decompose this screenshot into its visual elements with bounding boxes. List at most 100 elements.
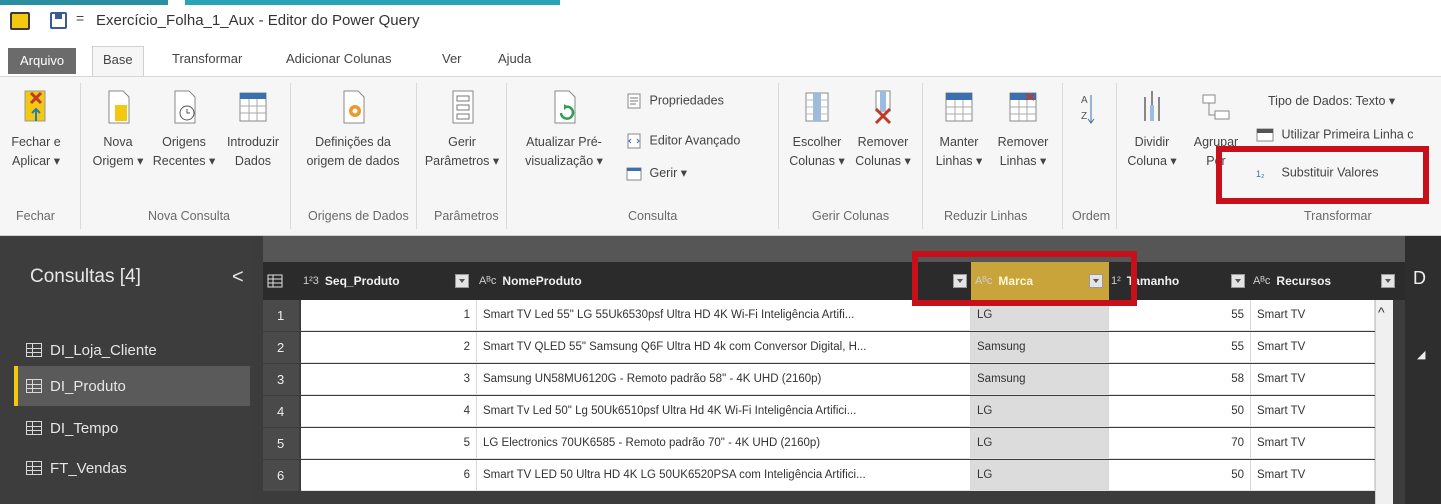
tab-base[interactable]: Base (92, 46, 144, 76)
table-menu-button[interactable] (267, 262, 301, 300)
queries-header: Consultas [4] (30, 266, 141, 287)
introduzir-line1: Introduzir (226, 135, 280, 149)
cell-seq-produto[interactable]: 3 (301, 364, 477, 395)
gerir-parametros-button[interactable]: Gerir Parâmetros ▾ (424, 87, 500, 171)
dividir-line2: Coluna ▾ (1127, 154, 1177, 168)
propriedades-label: Propriedades (649, 93, 724, 108)
row-number[interactable]: 5 (263, 428, 299, 459)
remover-linhas-button[interactable]: Remover Linhas ▾ (992, 87, 1054, 171)
definicoes-origem-button[interactable]: Definições da origem de dados (298, 87, 408, 171)
dividir-coluna-button[interactable]: Dividir Coluna ▾ (1122, 87, 1182, 171)
cell-nome-produto[interactable]: Smart Tv Led 50" Lg 50Uk6510psf Ultra Hd… (477, 396, 971, 427)
gerir-button[interactable]: Gerir ▾ (626, 165, 687, 182)
cell-marca[interactable]: Samsung (971, 364, 1109, 395)
highlight-marca-column (912, 251, 1137, 306)
cell-recursos[interactable]: Smart TV (1251, 428, 1375, 459)
cell-nome-produto[interactable]: Smart TV QLED 55" Samsung Q6F Ultra HD 4… (477, 332, 971, 363)
cell-seq-produto[interactable]: 4 (301, 396, 477, 427)
origens-recentes-line1: Origens (162, 135, 206, 149)
dividir-line1: Dividir (1134, 135, 1170, 149)
title-bar: = Exercício_Folha_1_Aux - Editor do Powe… (0, 0, 1441, 38)
manter-linhas-button[interactable]: Manter Linhas ▾ (930, 87, 988, 171)
remover-colunas-line1: Remover (857, 135, 909, 149)
column-header-seq-produto[interactable]: 1²3 Seq_Produto (303, 262, 468, 300)
atualizar-line2: visualização ▾ (525, 154, 603, 168)
column-header-recursos[interactable]: Aᴮc Recursos (1253, 262, 1373, 300)
filter-seq-produto-button[interactable] (455, 274, 469, 288)
text-type-icon[interactable]: Aᴮc (479, 275, 496, 287)
tab-ver[interactable]: Ver (432, 46, 472, 76)
query-item-di-tempo[interactable]: DI_Tempo (14, 408, 250, 448)
recent-sources-icon (174, 90, 196, 124)
tab-transformar[interactable]: Transformar (162, 46, 252, 76)
manage-icon (626, 167, 642, 181)
cell-seq-produto[interactable]: 2 (301, 332, 477, 363)
cell-marca[interactable]: Samsung (971, 332, 1109, 363)
editor-avancado-button[interactable]: Editor Avançado (626, 133, 740, 149)
ordenar-button[interactable]: A Z (1072, 89, 1102, 135)
cell-marca[interactable]: LG (971, 396, 1109, 427)
row-number[interactable]: 2 (263, 332, 299, 363)
remove-rows-icon (1009, 92, 1037, 122)
formula-bar-strip (263, 236, 1405, 262)
tab-arquivo[interactable]: Arquivo (8, 48, 77, 74)
scroll-up-arrow-icon[interactable]: ^ (1378, 304, 1385, 320)
cell-tamanho[interactable]: 58 (1109, 364, 1251, 395)
cell-marca[interactable]: LG (971, 428, 1109, 459)
filter-tamanho-button[interactable] (1231, 274, 1245, 288)
cell-recursos[interactable]: Smart TV (1251, 396, 1375, 427)
row-number[interactable]: 3 (263, 364, 299, 395)
cell-seq-produto[interactable]: 6 (301, 460, 477, 491)
cell-recursos[interactable]: Smart TV (1251, 460, 1375, 491)
group-label-fechar: Fechar (16, 209, 55, 223)
cell-seq-produto[interactable]: 5 (301, 428, 477, 459)
quick-access-menu[interactable]: = (76, 10, 84, 26)
manage-parameters-icon (452, 90, 474, 124)
cell-nome-produto[interactable]: Smart TV LED 50 Ultra HD 4K LG 50UK6520P… (477, 460, 971, 491)
separator (80, 83, 81, 229)
cell-tamanho[interactable]: 50 (1109, 396, 1251, 427)
cell-tamanho[interactable]: 70 (1109, 428, 1251, 459)
cell-tamanho[interactable]: 50 (1109, 460, 1251, 491)
introduzir-dados-button[interactable]: Introduzir Dados (222, 87, 284, 171)
nova-origem-button[interactable]: Nova Origem ▾ (88, 87, 148, 171)
cell-nome-produto[interactable]: Samsung UN58MU6120G - Remoto padrão 58" … (477, 364, 971, 395)
row-number[interactable]: 6 (263, 460, 299, 491)
title-accent-strip (0, 0, 560, 5)
cell-tamanho[interactable]: 55 (1109, 332, 1251, 363)
row-number[interactable]: 1 (263, 300, 299, 331)
gerir-label: Gerir ▾ (649, 166, 688, 180)
row-number[interactable]: 4 (263, 396, 299, 427)
propriedades-button[interactable]: Propriedades (626, 93, 724, 109)
utilizar-primeira-linha-button[interactable]: Utilizar Primeira Linha c (1256, 127, 1413, 143)
remover-linhas-line2: Linhas ▾ (999, 154, 1047, 168)
cell-recursos[interactable]: Smart TV (1251, 364, 1375, 395)
expand-triangle-icon[interactable]: ◢ (1417, 348, 1425, 361)
collapse-queries-button[interactable]: < (232, 266, 244, 289)
cell-marca[interactable]: LG (971, 460, 1109, 491)
whole-number-type-icon[interactable]: 1²3 (303, 275, 319, 287)
query-item-di-loja-cliente[interactable]: DI_Loja_Cliente (14, 330, 250, 370)
cell-recursos[interactable]: Smart TV (1251, 332, 1375, 363)
filter-recursos-button[interactable] (1381, 274, 1395, 288)
query-item-ft-vendas[interactable]: FT_Vendas (14, 448, 250, 488)
cell-nome-produto[interactable]: LG Electronics 70UK6585 - Remoto padrão … (477, 428, 971, 459)
tab-ajuda[interactable]: Ajuda (488, 46, 541, 76)
tipo-de-dados-dropdown[interactable]: Tipo de Dados: Texto ▾ (1268, 93, 1395, 108)
query-label: FT_Vendas (50, 459, 127, 477)
atualizar-pre-visualizacao-button[interactable]: Atualizar Pré- visualização ▾ (512, 87, 616, 171)
table-icon (267, 274, 283, 288)
vertical-scrollbar[interactable]: ^ (1375, 300, 1393, 504)
query-item-di-produto[interactable]: DI_Produto (14, 366, 250, 406)
escolher-colunas-button[interactable]: Escolher Colunas ▾ (786, 87, 848, 171)
tab-adicionar-colunas[interactable]: Adicionar Colunas (276, 46, 402, 76)
cell-recursos[interactable]: Smart TV (1251, 300, 1375, 331)
save-icon[interactable] (50, 12, 67, 29)
cell-seq-produto[interactable]: 1 (301, 300, 477, 331)
fechar-aplicar-button[interactable]: Fechar e Aplicar ▾ (8, 87, 64, 171)
remover-colunas-button[interactable]: Remover Colunas ▾ (852, 87, 914, 171)
cell-nome-produto[interactable]: Smart TV Led 55" LG 55Uk6530psf Ultra HD… (477, 300, 971, 331)
text-type-icon[interactable]: Aᴮc (1253, 275, 1270, 287)
origens-recentes-button[interactable]: Origens Recentes ▾ (150, 87, 218, 171)
column-header-nome-produto[interactable]: Aᴮc NomeProduto (479, 262, 957, 300)
